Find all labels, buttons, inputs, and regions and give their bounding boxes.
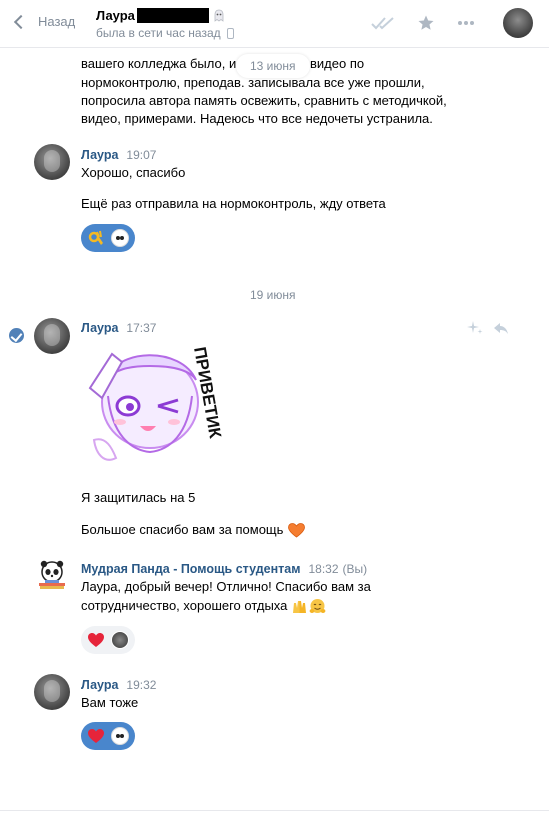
author-name[interactable]: Лаура [81, 321, 118, 335]
message-text: Большое спасибо вам за помощь [81, 522, 284, 537]
sparkle-icon[interactable] [467, 320, 483, 336]
message-text: видео, примерами. Надеюсь что все недоче… [81, 111, 433, 126]
privetik-sticker[interactable]: ПРИВЕТИК [86, 340, 232, 470]
ok-hand-emoji-icon [88, 230, 103, 245]
redacted-block [136, 8, 209, 23]
message-text: сотрудничество, хорошего отдыха [81, 598, 288, 613]
avatar[interactable] [34, 144, 70, 180]
message-text: Вам тоже [81, 695, 139, 710]
mobile-icon [226, 27, 234, 39]
message-time[interactable]: 17:37 [126, 321, 156, 335]
message-text-row: сотрудничество, хорошего отдыха [81, 597, 326, 615]
laura-avatar-icon [111, 631, 129, 649]
message-header: Мудрая Панда - Помощь студентам 18:32 (В… [81, 562, 367, 576]
divider [0, 810, 549, 811]
self-tag: (Вы) [342, 562, 368, 576]
message-text-row: Большое спасибо вам за помощь [81, 521, 306, 539]
avatar[interactable] [34, 318, 70, 354]
message-header: Лаура 19:07 [81, 148, 156, 162]
back-label: Назад [38, 14, 76, 29]
message-header: Лаура 19:32 [81, 678, 156, 692]
selected-check-icon[interactable] [9, 328, 24, 343]
author-name[interactable]: Лаура [81, 678, 118, 692]
message-text: видео по [310, 56, 365, 71]
author-name[interactable]: Лаура [81, 148, 118, 162]
message-time[interactable]: 19:32 [126, 678, 156, 692]
online-status: была в сети час назад [96, 26, 221, 40]
red-heart-emoji-icon [88, 729, 104, 743]
read-checks-icon[interactable] [371, 16, 395, 30]
contact-name: Лаура [96, 8, 135, 23]
star-icon[interactable] [417, 14, 435, 32]
message-text: вашего колледжа было, и [81, 56, 237, 71]
chat-header: Назад Лаура была в сети час назад [0, 0, 549, 48]
message-text: нормоконтролю, преподав. записывала все … [81, 75, 425, 90]
chat-title[interactable]: Лаура была в сети час назад [96, 8, 234, 40]
panda-avatar-icon [111, 229, 129, 247]
reply-icon[interactable] [493, 320, 509, 336]
raised-hands-emoji-icon [293, 600, 307, 613]
reactions-bar[interactable] [81, 224, 135, 252]
date-separator: 19 июня [250, 288, 296, 302]
message-time[interactable]: 19:07 [126, 148, 156, 162]
reactions-bar[interactable] [81, 626, 135, 654]
message-text: Хорошо, спасибо [81, 165, 186, 180]
message-history[interactable]: ​ вашего колледжа было, и видео по 13 ию… [0, 48, 549, 813]
header-avatar[interactable] [503, 8, 533, 38]
hugging-face-emoji-icon [309, 598, 326, 613]
message-time[interactable]: 18:32 [308, 562, 338, 576]
message-text: Я защитилась на 5 [81, 490, 196, 505]
chevron-left-icon [13, 14, 29, 29]
orange-heart-emoji-icon [288, 522, 306, 537]
message-text: попросила автора память освежить, сравни… [81, 93, 447, 108]
reactions-bar[interactable] [81, 722, 135, 750]
panda-avatar-icon[interactable] [38, 560, 66, 590]
message-text: Ещё раз отправила на нормоконтроль, жду … [81, 196, 386, 211]
message-header: Лаура 17:37 [81, 321, 156, 335]
avatar[interactable] [34, 674, 70, 710]
back-button[interactable]: Назад [12, 14, 75, 29]
ghost-icon [214, 9, 224, 22]
author-name[interactable]: Мудрая Панда - Помощь студентам [81, 562, 300, 576]
more-dots-icon[interactable] [457, 20, 475, 26]
message-text: Лаура, добрый вечер! Отлично! Спасибо ва… [81, 579, 371, 594]
red-heart-emoji-icon [88, 633, 104, 647]
panda-avatar-icon [111, 727, 129, 745]
